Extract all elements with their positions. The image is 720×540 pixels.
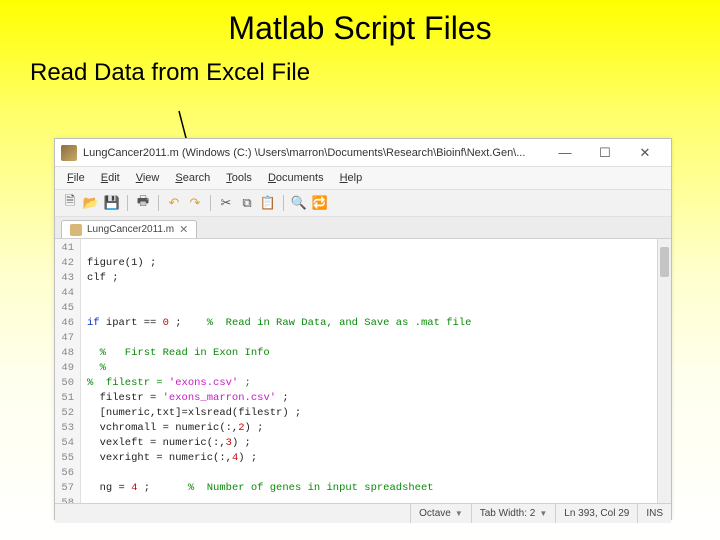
menubar: File Edit View Search Tools Documents He… <box>55 167 671 190</box>
tabbar: LungCancer2011.m ✕ <box>55 217 671 239</box>
menu-view[interactable]: View <box>128 169 168 187</box>
file-icon <box>70 224 82 236</box>
save-file-icon[interactable]: 💾 <box>103 194 121 212</box>
status-cursor-position: Ln 393, Col 29 <box>555 504 637 523</box>
status-insert-mode[interactable]: INS <box>637 504 671 523</box>
open-file-icon[interactable]: 📂 <box>82 194 100 212</box>
toolbar-separator <box>158 195 159 211</box>
toolbar-separator <box>127 195 128 211</box>
print-icon[interactable]: 🖶 <box>134 194 152 212</box>
statusbar: Octave▼ Tab Width: 2▼ Ln 393, Col 29 INS <box>55 503 671 523</box>
close-window-button[interactable]: ✕ <box>631 143 659 163</box>
code-area[interactable]: figure(1) ;clf ; if ipart == 0 ; % Read … <box>81 239 477 503</box>
tab-close-icon[interactable]: ✕ <box>179 223 188 236</box>
titlebar: LungCancer2011.m (Windows (C:) \Users\ma… <box>55 139 671 167</box>
tab-label: LungCancer2011.m <box>87 224 174 235</box>
menu-tools[interactable]: Tools <box>218 169 260 187</box>
menu-file[interactable]: File <box>59 169 93 187</box>
status-tab-width[interactable]: Tab Width: 2▼ <box>471 504 556 523</box>
paste-icon[interactable]: 📋 <box>259 194 277 212</box>
app-icon <box>61 145 77 161</box>
chevron-down-icon: ▼ <box>455 509 463 518</box>
code-editor[interactable]: 41424344454647484950515253545556575859 f… <box>55 239 671 503</box>
vertical-scrollbar[interactable] <box>657 239 671 503</box>
replace-icon[interactable]: 🔁 <box>311 194 329 212</box>
menu-help[interactable]: Help <box>332 169 371 187</box>
slide-title: Matlab Script Files <box>0 0 720 47</box>
line-gutter: 41424344454647484950515253545556575859 <box>55 239 81 503</box>
window-controls: — ☐ ✕ <box>551 143 665 163</box>
cut-icon[interactable]: ✂ <box>217 194 235 212</box>
undo-icon[interactable]: ↶ <box>165 194 183 212</box>
toolbar: 🗎 📂 💾 🖶 ↶ ↷ ✂ ⧉ 📋 🔍 🔁 <box>55 190 671 217</box>
toolbar-separator <box>210 195 211 211</box>
status-language[interactable]: Octave▼ <box>410 504 471 523</box>
file-tab[interactable]: LungCancer2011.m ✕ <box>61 220 197 238</box>
copy-icon[interactable]: ⧉ <box>238 194 256 212</box>
menu-documents[interactable]: Documents <box>260 169 332 187</box>
search-icon[interactable]: 🔍 <box>290 194 308 212</box>
menu-search[interactable]: Search <box>167 169 218 187</box>
new-file-icon[interactable]: 🗎 <box>61 194 79 212</box>
window-title: LungCancer2011.m (Windows (C:) \Users\ma… <box>83 147 551 159</box>
minimize-button[interactable]: — <box>551 143 579 163</box>
redo-icon[interactable]: ↷ <box>186 194 204 212</box>
slide-subtitle: Read Data from Excel File <box>0 47 720 87</box>
toolbar-separator <box>283 195 284 211</box>
chevron-down-icon: ▼ <box>539 509 547 518</box>
maximize-button[interactable]: ☐ <box>591 143 619 163</box>
editor-window: LungCancer2011.m (Windows (C:) \Users\ma… <box>54 138 672 520</box>
menu-edit[interactable]: Edit <box>93 169 128 187</box>
